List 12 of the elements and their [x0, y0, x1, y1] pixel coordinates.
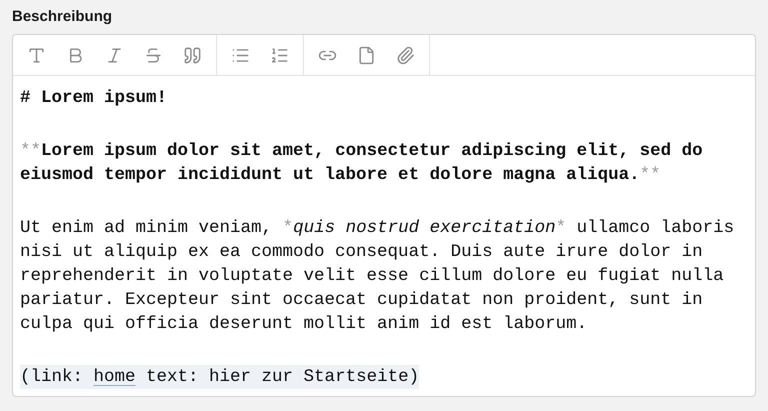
- editor-field[interactable]: [12, 34, 756, 397]
- quote-icon: [183, 46, 202, 64]
- strikethrough-icon: [144, 46, 163, 64]
- paragraph: Ut enim ad minim veniam, *quis nostrud exercitation* ullamco laboris nisi ut aliquip ex ea commodo consequat. Duis aute irure dolor in reprehenderit in voluptate velit esse cillum dolore eu fugiat nulla pariatur. Excepteur sint occaecat cupidatat non proident, sunt in culpa qui officia deserunt mollit anim id est laborum.: [20, 217, 736, 336]
- heading-icon: [27, 46, 46, 64]
- heading-line: # Lorem ipsum!: [20, 87, 168, 110]
- file-icon: [357, 46, 376, 64]
- field-label: Beschreibung: [12, 7, 114, 27]
- numbered-list-icon: [270, 46, 289, 64]
- bold-paragraph: **Lorem ipsum dolor sit amet, consectetur adipiscing elit, sed do eiusmod tempor incididunt ut labore et dolore magna aliqua.**: [20, 140, 704, 187]
- paperclip-icon: [396, 46, 415, 64]
- link[interactable]: home: [94, 367, 136, 387]
